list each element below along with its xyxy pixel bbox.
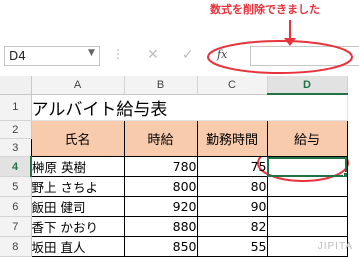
cell-hours[interactable]: 75 (196, 156, 268, 177)
enter-icon[interactable]: ✓ (182, 47, 194, 63)
column-header-c[interactable]: C (197, 76, 268, 95)
header-pay[interactable]: 給与 (266, 120, 348, 157)
column-header-b[interactable]: B (124, 76, 198, 95)
header-hours[interactable]: 勤務時間 (196, 120, 268, 157)
row-header-1[interactable]: 1 (0, 94, 32, 121)
annotation-caption: 数式を削除できました (210, 3, 320, 16)
cell-hours[interactable]: 82 (196, 216, 268, 237)
cell-name[interactable]: 榊原 英樹 (30, 156, 125, 177)
cell-name[interactable]: 野上 さちよ (30, 176, 125, 197)
row-header-4[interactable]: 4 (0, 156, 32, 177)
row-header-3[interactable]: 3 (0, 138, 32, 157)
row-header-5[interactable]: 5 (0, 176, 32, 197)
row-header-7[interactable]: 7 (0, 216, 32, 237)
name-box-dropdown-icon[interactable]: ▼ (88, 48, 95, 58)
row-header-2[interactable]: 2 (0, 120, 32, 139)
formula-bar-separator: ⋮ (112, 47, 125, 61)
formula-bar: D4 ▼ ⋮ ✕ ✓ fx (0, 44, 359, 70)
formula-input[interactable] (250, 46, 359, 66)
cell-wage[interactable]: 880 (123, 216, 198, 237)
header-wage[interactable]: 時給 (123, 120, 198, 157)
cell-pay[interactable] (266, 196, 348, 217)
column-header-d[interactable]: D (267, 76, 348, 95)
active-cell-d4[interactable] (266, 156, 348, 177)
cell-wage[interactable]: 920 (123, 196, 198, 217)
watermark: JIPITA (317, 241, 353, 252)
cell-hours[interactable]: 90 (196, 196, 268, 217)
header-name[interactable]: 氏名 (30, 120, 125, 157)
cell-pay[interactable] (266, 216, 348, 237)
cell-pay[interactable] (266, 176, 348, 197)
cell-name[interactable]: 飯田 健司 (30, 196, 125, 217)
fill-handle[interactable] (342, 172, 346, 176)
sheet-title[interactable]: アルバイト給与表 (31, 94, 348, 121)
insert-function-button[interactable]: fx (217, 48, 227, 61)
cell-name[interactable]: 香下 かおり (30, 216, 125, 237)
column-header-a[interactable]: A (31, 76, 125, 95)
select-all-corner[interactable] (0, 76, 32, 95)
name-box[interactable]: D4 (4, 46, 100, 66)
cell-hours[interactable]: 80 (196, 176, 268, 197)
row-header-6[interactable]: 6 (0, 196, 32, 217)
spreadsheet-grid: A B C D 1 アルバイト給与表 2 氏名 時給 勤務時間 給与 3 4 榊… (0, 76, 348, 257)
cancel-icon[interactable]: ✕ (147, 47, 159, 63)
cell-wage[interactable]: 800 (123, 176, 198, 197)
cell-wage[interactable]: 780 (123, 156, 198, 177)
